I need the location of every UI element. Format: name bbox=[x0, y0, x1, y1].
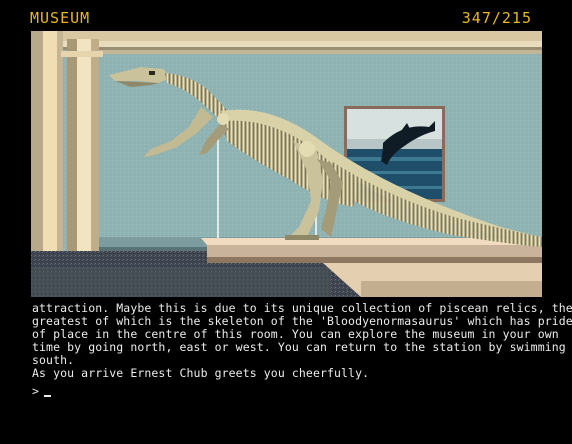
museum-scene-image bbox=[31, 31, 542, 297]
scene-illustration bbox=[31, 31, 542, 297]
text-cursor bbox=[44, 394, 51, 397]
command-prompt: > bbox=[32, 383, 552, 399]
text-output-area: attraction. Maybe this is due to its uni… bbox=[32, 301, 572, 399]
marble-columns bbox=[31, 31, 111, 267]
narration-line: time by going north, east or west. You c… bbox=[32, 340, 566, 355]
narration-text: attraction. Maybe this is due to its uni… bbox=[32, 301, 572, 381]
game-screen: MUSEUM 347/215 attraction. Maybe this is… bbox=[0, 0, 572, 444]
ceiling-cornice bbox=[31, 31, 542, 41]
narration-line: As you arrive Ernest Chub greets you che… bbox=[32, 366, 370, 381]
command-input[interactable] bbox=[44, 384, 524, 399]
prompt-symbol: > bbox=[32, 384, 40, 399]
score-counter: 347/215 bbox=[461, 9, 532, 27]
location-title: MUSEUM bbox=[30, 9, 91, 27]
